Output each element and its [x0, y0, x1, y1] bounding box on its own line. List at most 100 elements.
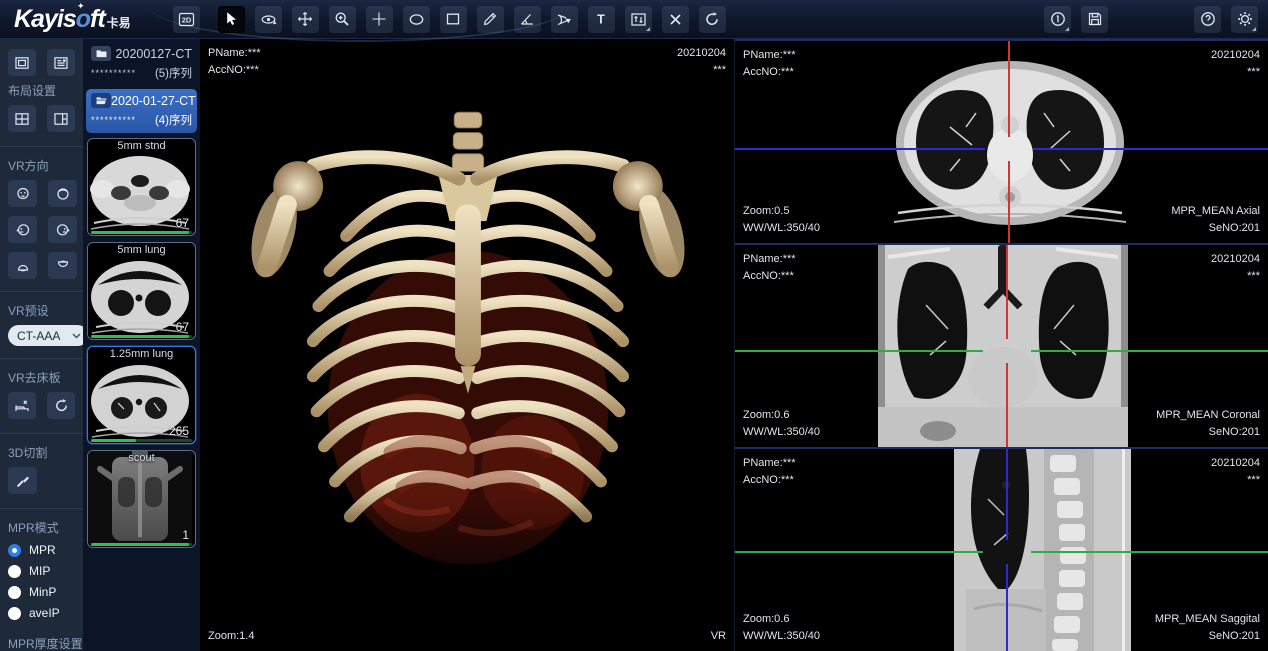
zoom-in-tool-button[interactable]	[329, 6, 356, 33]
help-button[interactable]	[1194, 6, 1221, 33]
mpr-patient-overlay: PName:***AccNO:***	[743, 455, 796, 489]
rect-roi-tool-button[interactable]	[440, 6, 467, 33]
text-annotation-tool-button[interactable]: T	[588, 6, 615, 33]
brand-name-cn: 卡易	[107, 14, 131, 31]
radio-icon	[8, 586, 21, 599]
svg-text:T: T	[597, 13, 605, 27]
mpr-mode-option-mpr[interactable]: MPR	[8, 543, 75, 557]
window-level-tool-button[interactable]	[625, 6, 652, 33]
image-count: 1	[182, 528, 189, 542]
reset-view-button[interactable]	[699, 6, 726, 33]
series-count: (5)序列	[155, 65, 192, 81]
save-button[interactable]	[1081, 6, 1108, 33]
mpr-coronal-viewport[interactable]: PName:***AccNO:*** 20210204*** Zoom:0.6W…	[735, 243, 1268, 448]
cut-3d-label: 3D切割	[8, 444, 75, 461]
image-count: 67	[176, 216, 189, 230]
vr-head-anterior-button[interactable]	[8, 180, 37, 207]
angle-tool-button[interactable]	[514, 6, 541, 33]
2d-view-button[interactable]: 2D	[173, 6, 200, 33]
tools-toolbar: 2D	[173, 6, 726, 33]
rotate-3d-tool-button[interactable]	[255, 6, 282, 33]
mpr-thickness-label: MPR厚度设置	[8, 635, 75, 651]
mpr-zoom-overlay: Zoom:0.6WW/WL:350/40	[743, 611, 820, 645]
vr-remove-bed-label: VR去床板	[8, 369, 75, 386]
layout-report-view-button[interactable]	[47, 49, 75, 76]
brand-name: Kayisoft	[14, 5, 105, 34]
patient-name-masked: **********	[91, 68, 136, 78]
layout-grid-2x2-button[interactable]	[8, 105, 36, 132]
vr-head-inferior-button[interactable]	[48, 252, 77, 279]
vr-ribcage-render	[228, 63, 708, 623]
axial-ct-image	[892, 57, 1128, 229]
series-thumbnail-5mm-lung[interactable]: 5mm lung 67	[87, 242, 196, 340]
vr-head-right-button[interactable]	[48, 216, 77, 243]
mpr-patient-overlay: PName:***AccNO:***	[743, 47, 796, 81]
app-settings-group	[1194, 6, 1258, 33]
vr-mode-overlay: VR	[711, 628, 726, 645]
app-logo: ✦ Kayisoft 卡易	[14, 5, 131, 34]
series-thumbnail-5mm-stnd[interactable]: 5mm stnd 67	[87, 138, 196, 236]
chevron-down-icon	[72, 333, 81, 339]
report-actions-group	[1044, 6, 1108, 33]
mpr-zoom-overlay: Zoom:0.5WW/WL:350/40	[743, 203, 820, 237]
series-count: (4)序列	[155, 112, 192, 128]
image-count: 265	[169, 424, 189, 438]
ct-viewer-app: ✦ Kayisoft 卡易 2D	[0, 0, 1268, 651]
series-thumbnail-1-25mm-lung[interactable]: 1.25mm lung 265	[87, 346, 196, 444]
scalpel-cut-button[interactable]	[8, 467, 37, 494]
radio-icon	[8, 607, 21, 620]
patient-name-masked: **********	[91, 115, 136, 125]
series-thumbnail-scout[interactable]: scout 1	[87, 450, 196, 548]
remove-bed-button[interactable]	[8, 392, 36, 419]
folder-open-icon	[91, 93, 111, 108]
mpr-mode-option-minp[interactable]: MinP	[8, 585, 75, 599]
mpr-series-overlay: MPR_MEAN SaggitalSeNO:201	[1155, 611, 1260, 645]
mpr-series-overlay: MPR_MEAN CoronalSeNO:201	[1156, 407, 1260, 441]
vr-preset-label: VR预设	[8, 302, 75, 319]
layout-single-view-button[interactable]	[8, 49, 36, 76]
mpr-column: PName:***AccNO:*** 20210204*** Zoom:0.5W…	[734, 39, 1268, 651]
reset-bed-button[interactable]	[47, 392, 75, 419]
vr-3d-viewport[interactable]: PName:***AccNO:*** 20210204*** Zoom:1.4 …	[200, 39, 734, 651]
series-browser-strip: 20200127-CT ********** (5)序列 2020-01-27-…	[83, 39, 200, 651]
mpr-study-overlay: 20210204***	[1211, 455, 1260, 489]
coronal-ct-image	[878, 245, 1128, 448]
pan-tool-button[interactable]	[292, 6, 319, 33]
mpr-series-overlay: MPR_MEAN AxialSeNO:201	[1171, 203, 1260, 237]
mpr-patient-overlay: PName:***AccNO:***	[743, 251, 796, 285]
folder-closed-icon	[91, 46, 111, 61]
mpr-mode-option-aveip[interactable]: aveIP	[8, 606, 75, 620]
settings-button[interactable]	[1231, 6, 1258, 33]
sagittal-ct-image	[954, 449, 1131, 651]
layout-section-label: 布局设置	[8, 82, 75, 99]
delete-annotation-button[interactable]	[662, 6, 689, 33]
load-progress-bar	[91, 335, 192, 338]
info-button[interactable]	[1044, 6, 1071, 33]
measure-tool-button[interactable]	[477, 6, 504, 33]
mpr-mode-option-mip[interactable]: MIP	[8, 564, 75, 578]
load-progress-bar	[91, 231, 192, 234]
logo-star-icon: ✦	[77, 1, 85, 12]
crosshair-tool-button[interactable]	[366, 6, 393, 33]
load-progress-bar	[91, 439, 192, 442]
mpr-sagittal-viewport[interactable]: PName:***AccNO:*** 20210204*** Zoom:0.6W…	[735, 447, 1268, 651]
cobb-angle-tool-button[interactable]	[551, 6, 578, 33]
vr-preset-value: CT-AAA	[17, 329, 60, 343]
pointer-tool-button[interactable]	[218, 6, 245, 33]
study-item-20200127[interactable]: 20200127-CT ********** (5)序列	[86, 42, 197, 86]
mpr-axial-viewport[interactable]: PName:***AccNO:*** 20210204*** Zoom:0.5W…	[735, 39, 1268, 243]
vr-preset-select[interactable]: CT-AAA	[8, 325, 83, 346]
vr-head-superior-button[interactable]	[8, 252, 37, 279]
svg-text:2D: 2D	[181, 15, 191, 24]
radio-icon	[8, 565, 21, 578]
vr-head-left-button[interactable]	[8, 216, 37, 243]
ellipse-roi-tool-button[interactable]	[403, 6, 430, 33]
layout-1-plus-2-button[interactable]	[47, 105, 75, 132]
radio-checked-icon	[8, 544, 21, 557]
image-count: 67	[176, 320, 189, 334]
vr-head-posterior-button[interactable]	[48, 180, 77, 207]
study-item-2020-01-27[interactable]: 2020-01-27-CT ********** (4)序列	[86, 89, 197, 133]
mpr-study-overlay: 20210204***	[1211, 47, 1260, 81]
top-toolbar: ✦ Kayisoft 卡易 2D	[0, 0, 1268, 39]
left-control-sidebar: 布局设置 VR方向	[0, 39, 83, 651]
